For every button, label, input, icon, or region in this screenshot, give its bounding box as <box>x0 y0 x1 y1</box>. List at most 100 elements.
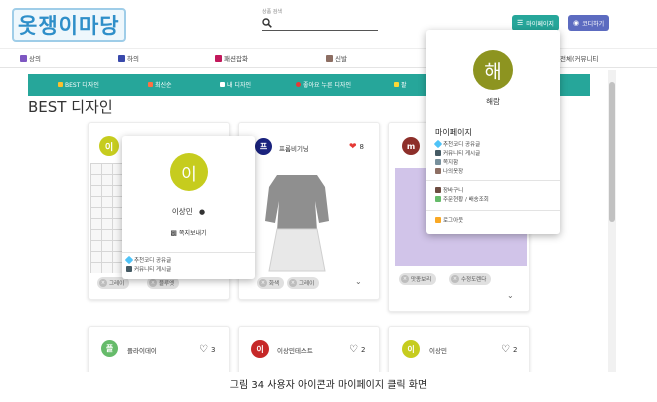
app-screen: 옷쟁이마당 상품 검색 ☰ 마이페이지 ◉ 코디하기 상의 하의 패션잡화 신발… <box>0 0 657 372</box>
category-bottom[interactable]: 하의 <box>118 53 139 63</box>
tab-more[interactable]: 팔 <box>394 80 407 89</box>
card-author[interactable]: 이상민 <box>429 345 447 355</box>
like-counter[interactable]: ♡ 2 <box>349 344 365 355</box>
like-counter[interactable]: ♡ 2 <box>501 344 517 355</box>
mypage-link-orders[interactable]: 주문현황 / 배송조회 <box>435 195 489 203</box>
star-icon <box>148 82 153 87</box>
mypage-link-cart[interactable]: 장바구니 <box>435 186 463 194</box>
pants-icon <box>118 54 125 62</box>
search-row <box>262 15 378 31</box>
tab-best[interactable]: BEST 디자인 <box>58 80 99 89</box>
link-label: 추천코디 공유글 <box>443 142 481 148</box>
mypage-link-inbox[interactable]: 쪽지함 <box>435 158 458 166</box>
search-input[interactable] <box>276 19 372 26</box>
card-author[interactable]: 이상민테스트 <box>277 345 313 355</box>
card-author[interactable]: 플라이데이 <box>127 345 157 355</box>
avatar[interactable]: 이 <box>402 340 420 358</box>
link-label: 추천코디 공유글 <box>134 258 172 264</box>
avatar-large: 해 <box>473 50 513 90</box>
heart-icon <box>296 82 301 87</box>
link-label: 쪽지함 <box>443 160 459 166</box>
site-logo[interactable]: 옷쟁이마당 <box>12 8 126 42</box>
close-icon: × <box>451 275 459 283</box>
close-icon: × <box>149 279 157 287</box>
chip-label: 수정도렌다 <box>461 277 487 283</box>
section-title: BEST 디자인 <box>28 98 113 116</box>
design-card[interactable]: 플 플라이데이 ♡ 3 <box>88 326 230 372</box>
like-counter[interactable]: ♡ 3 <box>199 344 215 355</box>
chevron-down-icon[interactable]: ⌄ <box>507 291 514 300</box>
palette-icon: ◉ <box>573 19 580 27</box>
search-box: 상품 검색 <box>262 8 378 31</box>
chip-label: 블루엣 <box>159 281 175 287</box>
like-count: 2 <box>360 345 366 354</box>
profile-name-row: 이상민 ● <box>122 206 255 217</box>
category-label: 전체(커뮤니티 <box>560 55 599 63</box>
board-icon <box>435 150 441 156</box>
design-card[interactable]: 이 이상민 ♡ 2 <box>388 326 530 372</box>
profile-link-community[interactable]: 커뮤니티 게시글 <box>126 265 171 273</box>
link-label: 주문현황 / 배송조회 <box>443 197 489 203</box>
mypage-link-closet[interactable]: 나의옷장 <box>435 167 463 175</box>
person-icon: ● <box>198 208 206 216</box>
close-icon: × <box>401 275 409 283</box>
category-label: 신발 <box>335 55 347 63</box>
category-label: 하의 <box>127 55 139 63</box>
avatar[interactable]: 이 <box>251 340 269 358</box>
heart-icon: ❤ <box>349 142 357 152</box>
mypage-user-name: 해람 <box>486 97 500 106</box>
search-icon[interactable] <box>262 13 272 32</box>
shirt-icon <box>20 54 27 62</box>
profile-link-recommend[interactable]: 추천코디 공유글 <box>124 255 172 265</box>
tab-my-design[interactable]: 내 디자인 <box>220 80 251 89</box>
category-shoes[interactable]: 신발 <box>326 53 347 63</box>
heart-outline-icon: ♡ <box>349 344 358 355</box>
chevron-down-icon[interactable]: ⌄ <box>355 277 362 286</box>
mypage-link-community[interactable]: 커뮤니티 게시글 <box>435 149 480 157</box>
mypage-button[interactable]: ☰ 마이페이지 <box>512 15 559 31</box>
avatar[interactable]: m <box>402 137 420 155</box>
like-count: 8 <box>359 143 365 151</box>
design-card[interactable]: 프 프롬비기닝 ❤ 8 × 화색 × 그레이 ⌄ <box>238 122 380 300</box>
tab-label: BEST 디자인 <box>65 82 99 89</box>
scrollbar-thumb[interactable] <box>609 82 615 222</box>
chip-label: 화색 <box>269 281 280 287</box>
mypage-link-recommend[interactable]: 추천코디 공유글 <box>433 139 481 149</box>
logout-label: 로그아웃 <box>443 218 464 224</box>
tab-liked-design[interactable]: 좋아요 누른 디자인 <box>296 80 351 89</box>
category-top[interactable]: 상의 <box>20 53 41 63</box>
close-icon: × <box>99 279 107 287</box>
design-card[interactable]: 이 이상민테스트 ♡ 2 <box>238 326 380 372</box>
like-count: 3 <box>210 345 216 354</box>
avatar[interactable]: 플 <box>101 340 118 357</box>
chip-label: 그레이 <box>109 281 125 287</box>
tab-latest[interactable]: 최신순 <box>148 80 172 89</box>
color-chip: × 화색 <box>257 277 285 289</box>
coordi-button[interactable]: ◉ 코디하기 <box>568 15 610 31</box>
category-accessories[interactable]: 패션잡화 <box>215 53 248 63</box>
color-chip: × 수정도렌다 <box>449 273 492 285</box>
diamond-icon <box>124 255 134 265</box>
card-author[interactable]: 프롬비기닝 <box>279 143 309 153</box>
link-label: 나의옷장 <box>443 169 464 175</box>
tag-icon <box>394 82 399 87</box>
trophy-icon <box>58 82 63 87</box>
color-chip: × 맛종보리 <box>399 273 437 285</box>
divider <box>426 210 560 211</box>
menu-icon: ☰ <box>517 19 524 27</box>
avatar-large: 이 <box>170 153 208 191</box>
avatar[interactable]: 이 <box>99 136 119 156</box>
scrollbar[interactable] <box>608 70 616 372</box>
like-counter[interactable]: ❤ 8 <box>349 142 364 152</box>
search-label: 상품 검색 <box>262 9 282 15</box>
send-message-button[interactable]: ▩ 쪽지보내기 <box>122 228 255 237</box>
color-chip: × 그레이 <box>287 277 320 289</box>
divider <box>426 180 560 181</box>
send-message-label: 쪽지보내기 <box>178 230 207 237</box>
hanger-icon <box>435 168 441 174</box>
logout-button[interactable]: 로그아웃 <box>435 216 463 224</box>
outfit-image[interactable] <box>259 171 335 275</box>
category-community[interactable]: 전체(커뮤니티 <box>560 53 598 63</box>
avatar[interactable]: 프 <box>255 138 272 155</box>
shoe-icon <box>326 54 333 62</box>
